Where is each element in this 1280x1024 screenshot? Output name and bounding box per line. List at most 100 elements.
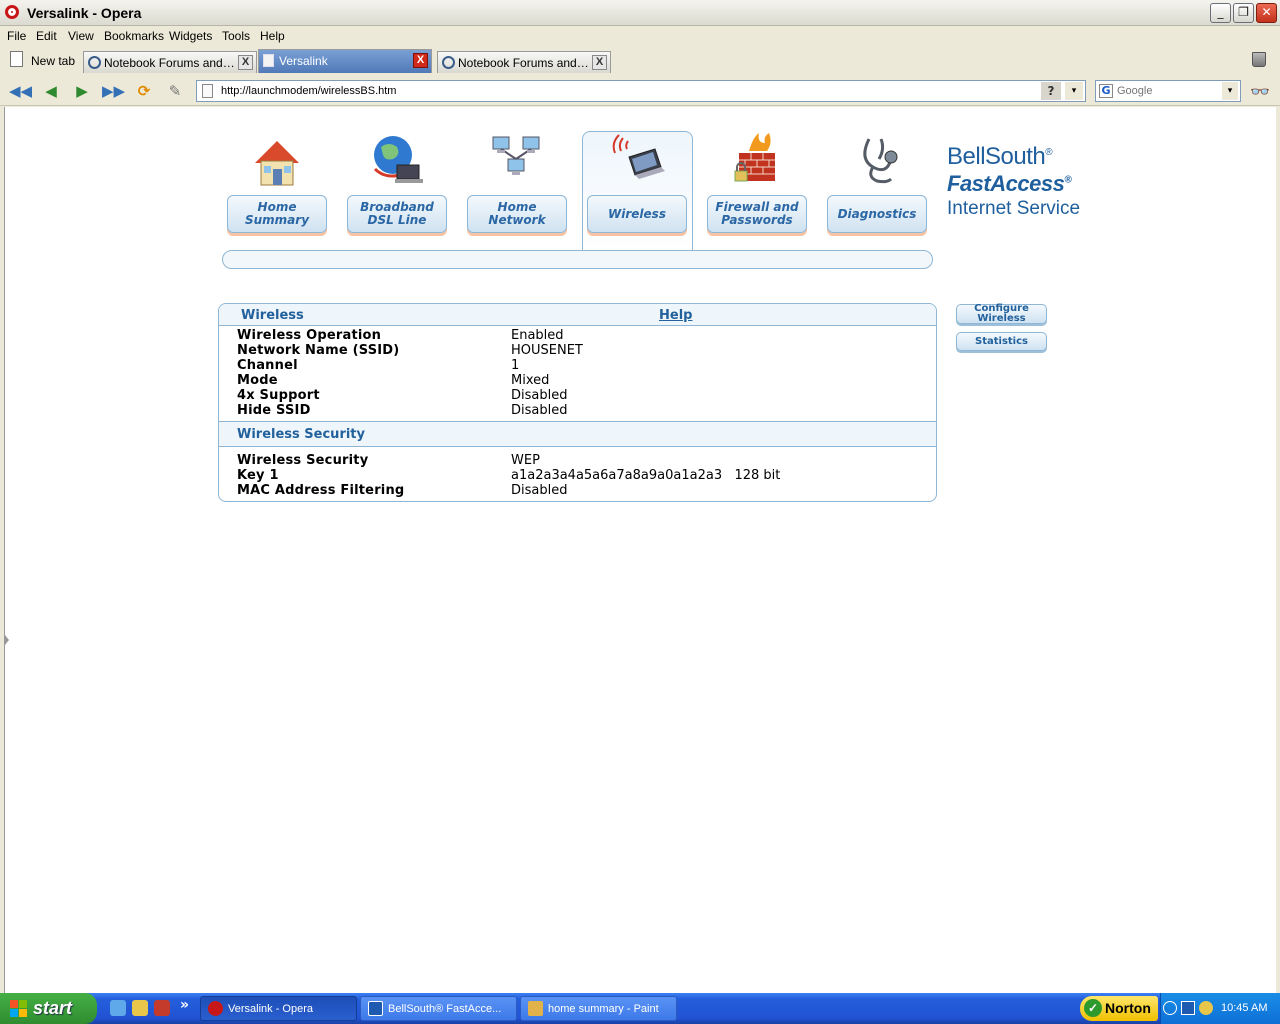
address-dropdown-icon[interactable]: ▾ <box>1065 82 1083 100</box>
tab-close-icon[interactable]: X <box>592 55 607 70</box>
help-app-icon <box>368 1001 383 1016</box>
nav-label-line1: Wireless <box>608 206 666 221</box>
norton-label: Norton <box>1105 1000 1151 1016</box>
site-info-icon[interactable]: ? <box>1041 82 1061 100</box>
globe-laptop-icon <box>373 136 423 183</box>
nav-home-summary-button[interactable]: Home Summary <box>227 195 327 233</box>
taskbar-window-paint[interactable]: home summary - Paint <box>520 996 677 1021</box>
panel-toggle-arrow-icon[interactable] <box>5 635 9 645</box>
setting-row: 4x Support Disabled <box>237 388 936 403</box>
setting-value: WEP <box>511 453 540 468</box>
configure-wireless-button[interactable]: Configure Wireless <box>956 304 1047 324</box>
tab-close-icon[interactable]: X <box>413 53 428 68</box>
internet-explorer-icon[interactable] <box>110 1000 126 1016</box>
subnav-bar <box>222 250 933 269</box>
start-label: start <box>33 998 73 1018</box>
brand-line1: BellSouth <box>947 143 1046 170</box>
setting-key: Network Name (SSID) <box>237 343 400 358</box>
setting-value: 1 <box>511 358 520 373</box>
tray-security-icon[interactable] <box>1199 1001 1213 1015</box>
tab-versalink[interactable]: Versalink X <box>258 49 432 73</box>
trash-can-icon[interactable] <box>1252 52 1266 67</box>
opera-favicon-icon <box>442 56 455 69</box>
setting-key: Mode <box>237 373 278 388</box>
tab-bar: New tab Notebook Forums and La... X Vers… <box>0 46 1280 76</box>
firewall-lock-icon <box>734 133 775 182</box>
tab-label: Notebook Forums and La... <box>458 56 590 70</box>
fast-forward-icon[interactable]: ▶▶ <box>102 82 125 100</box>
search-input[interactable] <box>1117 83 1217 99</box>
taskbar-window-label: Versalink - Opera <box>228 1003 313 1015</box>
taskbar-window-opera[interactable]: Versalink - Opera <box>200 996 357 1021</box>
brand-line2: FastAccess <box>947 171 1065 196</box>
quicklaunch-app-icon[interactable] <box>132 1000 148 1016</box>
quicklaunch-app-icon[interactable] <box>154 1000 170 1016</box>
setting-value: Enabled <box>511 328 564 343</box>
tray-help-icon[interactable] <box>1181 1001 1195 1015</box>
search-dropdown-icon[interactable]: ▾ <box>1222 82 1238 100</box>
setting-value: Disabled <box>511 483 568 498</box>
panel-title: Wireless <box>241 308 304 323</box>
menu-widgets[interactable]: Widgets <box>169 29 212 43</box>
menu-tools[interactable]: Tools <box>222 29 250 43</box>
nav-home-network-button[interactable]: Home Network <box>467 195 567 233</box>
nav-wireless-button[interactable]: Wireless <box>587 195 687 233</box>
setting-row: MAC Address Filtering Disabled <box>237 483 936 498</box>
minimize-button[interactable]: _ <box>1210 3 1231 23</box>
paint-icon <box>528 1001 543 1016</box>
house-icon <box>255 141 299 186</box>
wireless-laptop-icon <box>612 134 665 179</box>
setting-key: Wireless Operation <box>237 328 382 343</box>
restore-button[interactable]: ❐ <box>1233 3 1254 23</box>
nav-label-line2: Passwords <box>721 213 793 227</box>
nav-firewall-passwords-button[interactable]: Firewall and Passwords <box>707 195 807 233</box>
quicklaunch-more-icon[interactable]: » <box>180 997 189 1013</box>
configure-label-line2: Wireless <box>977 313 1026 324</box>
page-viewport: Home Summary Broadband DSL Line Home Net… <box>4 107 1276 993</box>
close-window-button[interactable]: ✕ <box>1256 3 1277 23</box>
setting-key: Hide SSID <box>237 403 311 418</box>
rewind-icon[interactable]: ◀◀ <box>9 82 32 100</box>
statistics-button[interactable]: Statistics <box>956 332 1047 351</box>
binoculars-icon[interactable]: 👓 <box>1250 82 1270 101</box>
nav-diagnostics-button[interactable]: Diagnostics <box>827 195 927 233</box>
nav-broadband-dsl-button[interactable]: Broadband DSL Line <box>347 195 447 233</box>
setting-key: 4x Support <box>237 388 320 403</box>
brand-line3: Internet Service <box>947 198 1081 219</box>
setting-key: MAC Address Filtering <box>237 483 405 498</box>
taskbar-window-label: home summary - Paint <box>548 1003 659 1015</box>
tab-notebook-forums-1[interactable]: Notebook Forums and La... X <box>83 51 257 73</box>
help-link[interactable]: Help <box>659 308 692 323</box>
page-icon <box>202 84 213 98</box>
edit-pencil-icon[interactable]: ✎ <box>164 82 186 100</box>
clock[interactable]: 10:45 AM <box>1221 1002 1267 1014</box>
back-icon[interactable]: ◀ <box>40 82 62 100</box>
google-icon[interactable]: G <box>1099 84 1113 98</box>
reload-icon[interactable]: ⟳ <box>133 82 155 100</box>
wireless-status-panel: Wireless Help Wireless Operation Enabled … <box>218 303 937 502</box>
nav-label-line2: Summary <box>244 213 310 227</box>
forward-icon[interactable]: ▶ <box>71 82 93 100</box>
menu-edit[interactable]: Edit <box>36 29 57 43</box>
menu-help[interactable]: Help <box>260 29 285 43</box>
window-title-bar: Versalink - Opera _ ❐ ✕ <box>0 0 1280 26</box>
opera-favicon-icon <box>88 56 101 69</box>
menu-bookmarks[interactable]: Bookmarks <box>104 29 164 43</box>
tray-expand-icon[interactable] <box>1163 1001 1177 1015</box>
search-box[interactable]: G ▾ <box>1095 80 1241 102</box>
norton-tray-button[interactable]: ✓ Norton <box>1080 996 1158 1021</box>
menu-view[interactable]: View <box>68 29 94 43</box>
menu-file[interactable]: File <box>7 29 26 43</box>
tab-close-icon[interactable]: X <box>238 55 253 70</box>
setting-value: a1a2a3a4a5a6a7a8a9a0a1a2a3 128 bit <box>511 468 781 483</box>
start-button[interactable]: start <box>0 993 97 1024</box>
setting-row: Wireless Security WEP <box>237 453 936 468</box>
address-url[interactable]: http://launchmodem/wirelessBS.htm <box>221 85 396 97</box>
setting-row: Network Name (SSID) HOUSENET <box>237 343 936 358</box>
taskbar-window-bellsouth[interactable]: BellSouth® FastAcce... <box>360 996 517 1021</box>
address-bar[interactable]: http://launchmodem/wirelessBS.htm ? ▾ <box>196 80 1086 102</box>
setting-key: Channel <box>237 358 298 373</box>
registered-mark: ® <box>1045 147 1053 158</box>
tab-notebook-forums-2[interactable]: Notebook Forums and La... X <box>437 51 611 73</box>
taskbar: start » Versalink - Opera BellSouth® Fas… <box>0 993 1280 1024</box>
